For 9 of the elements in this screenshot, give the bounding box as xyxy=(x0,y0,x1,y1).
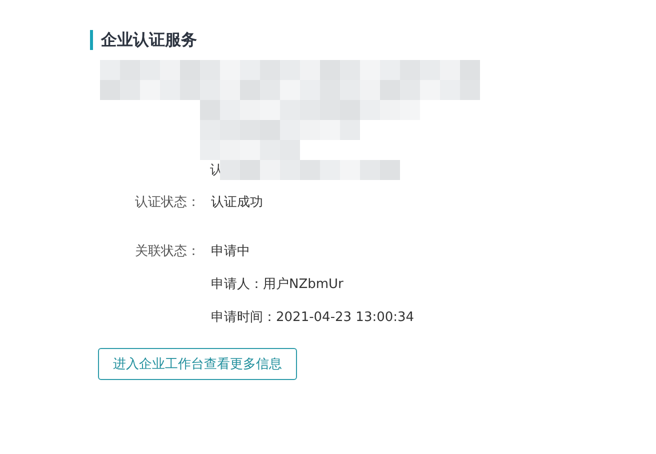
field-label: 认证状态： xyxy=(134,194,200,212)
field-label: 关联状态： xyxy=(134,243,200,261)
enter-workspace-button[interactable]: 进入企业工作台查看更多信息 xyxy=(98,348,297,380)
section-title: 企业认证服务 xyxy=(101,30,197,50)
title-accent-bar xyxy=(90,30,93,50)
field-value: 申请中 xyxy=(211,243,250,261)
detail-text: 申请人：用户NZbmUr xyxy=(211,277,344,292)
field-value: 认证成功 xyxy=(211,194,263,212)
detail-text: 申请时间：2021-04-23 13:00:34 xyxy=(211,310,414,325)
